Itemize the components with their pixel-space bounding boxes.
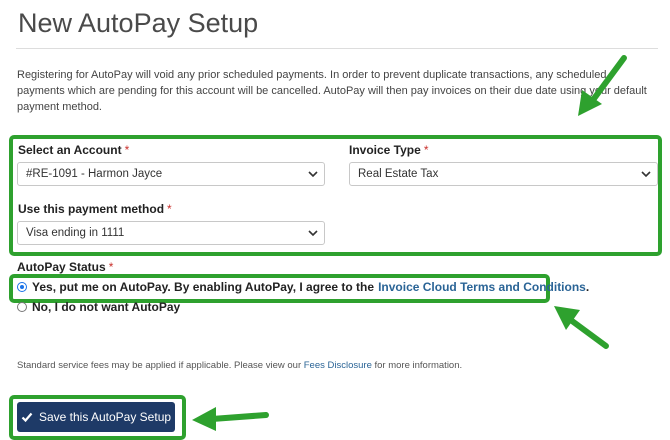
- account-select-value: #RE-1091 - Harmon Jayce: [26, 168, 163, 180]
- account-label: Select an Account *: [18, 143, 130, 157]
- checkmark-icon: [21, 412, 33, 423]
- fees-note: Standard service fees may be applied if …: [17, 360, 463, 371]
- terms-link[interactable]: Invoice Cloud Terms and Conditions: [378, 280, 586, 294]
- autopay-yes-option[interactable]: Yes, put me on AutoPay. By enabling Auto…: [17, 280, 589, 294]
- chevron-down-icon: [308, 230, 318, 237]
- account-select[interactable]: #RE-1091 - Harmon Jayce: [17, 162, 325, 186]
- annotation-arrow-icon: [578, 55, 627, 116]
- annotation-arrow-icon: [192, 407, 269, 431]
- autopay-yes-radio[interactable]: [17, 282, 27, 292]
- payment-method-label: Use this payment method *: [18, 202, 172, 216]
- intro-text: Registering for AutoPay will void any pr…: [17, 69, 647, 113]
- invoice-type-label: Invoice Type *: [349, 143, 429, 157]
- page-title: New AutoPay Setup: [18, 8, 259, 38]
- save-autopay-button[interactable]: Save this AutoPay Setup: [17, 402, 175, 432]
- chevron-down-icon: [641, 171, 651, 178]
- save-button-label: Save this AutoPay Setup: [38, 410, 172, 424]
- autopay-yes-label: Yes, put me on AutoPay. By enabling Auto…: [32, 280, 375, 294]
- autopay-no-label: No, I do not want AutoPay: [32, 300, 181, 314]
- annotation-arrow-icon: [554, 306, 609, 349]
- invoice-type-select-value: Real Estate Tax: [358, 168, 439, 180]
- payment-method-select-value: Visa ending in 1111: [26, 227, 125, 239]
- autopay-status-label: AutoPay Status *: [17, 260, 114, 274]
- title-divider: [16, 48, 658, 49]
- payment-method-select[interactable]: Visa ending in 1111: [17, 221, 325, 245]
- chevron-down-icon: [308, 171, 318, 178]
- fees-disclosure-link[interactable]: Fees Disclosure: [304, 360, 372, 371]
- terms-period: .: [585, 280, 590, 294]
- autopay-no-radio[interactable]: [17, 302, 27, 312]
- invoice-type-select[interactable]: Real Estate Tax: [349, 162, 658, 186]
- autopay-no-option[interactable]: No, I do not want AutoPay: [17, 300, 180, 314]
